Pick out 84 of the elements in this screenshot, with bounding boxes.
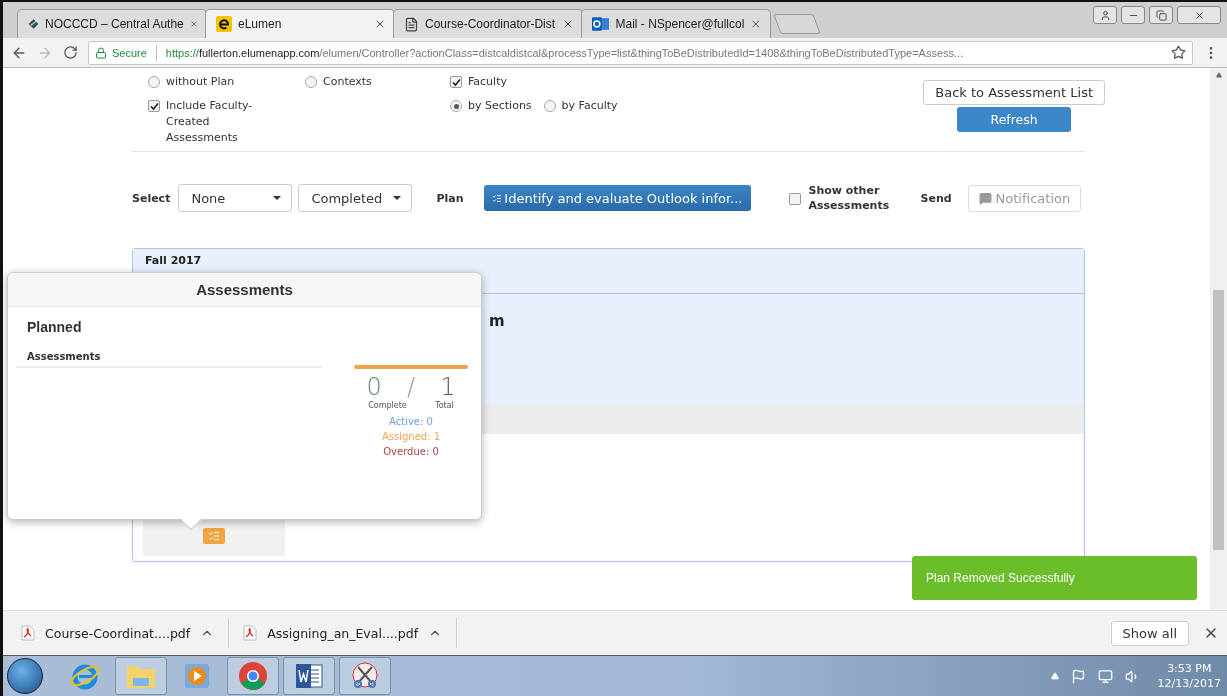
secure-label: Secure	[112, 46, 147, 59]
show-other-label: Show other Assessments	[808, 183, 891, 213]
scissors-icon[interactable]	[350, 661, 380, 691]
radio-button[interactable]	[148, 76, 160, 88]
new-tab-button[interactable]	[773, 14, 821, 34]
chrome-icon[interactable]	[238, 661, 268, 691]
close-icon[interactable]	[750, 18, 762, 30]
total-label: Total	[435, 401, 454, 410]
pdf-file-icon	[21, 625, 35, 641]
tab-title: eLumen	[238, 17, 283, 31]
list-icon[interactable]	[203, 528, 225, 544]
tab-title: Mail - NSpencer@fullcol	[615, 17, 745, 31]
user-icon	[1099, 9, 1111, 21]
page-icon	[404, 16, 419, 32]
refresh-button[interactable]: Refresh	[957, 107, 1072, 132]
tray-expand-icon[interactable]	[1050, 672, 1059, 680]
network-icon[interactable]	[1097, 668, 1113, 684]
dropdown[interactable]: None	[178, 184, 293, 212]
checkbox[interactable]	[148, 100, 160, 112]
success-toast: Plan Removed Successfully	[912, 556, 1197, 600]
restore-button[interactable]	[1149, 6, 1173, 24]
tab-title: NOCCCD – Central Authe	[45, 17, 184, 31]
close-icon[interactable]	[562, 18, 574, 30]
comment-icon	[978, 191, 992, 205]
reload-icon[interactable]	[63, 45, 78, 60]
option-label: Contexts	[323, 74, 372, 90]
close-icon	[1193, 9, 1205, 21]
status-count: Overdue: 0	[383, 445, 439, 459]
plan-label: Plan	[436, 191, 464, 205]
option-label: without Plan	[166, 74, 235, 90]
popover-title: Assessments	[8, 273, 481, 307]
tab-title: Course-Coordinator-Dist	[425, 17, 556, 31]
minimize-button[interactable]	[1121, 6, 1145, 24]
complete-count: 0	[366, 373, 382, 401]
complete-label: Complete	[368, 401, 407, 410]
flag-icon[interactable]	[1070, 668, 1086, 684]
user-button[interactable]	[1093, 6, 1117, 24]
address-field[interactable]: Secure https://fullerton.elumenapp.com/elumen/Controller?actionClass=distcaldistcal&processType=list&thingToBeDistributedId=1408&thingToBeDistributedType=Assess...	[88, 40, 1193, 65]
radio-button[interactable]	[305, 76, 317, 88]
option-label: by Sections	[468, 98, 532, 114]
option-label: Faculty	[468, 74, 507, 90]
option-label: Include Faculty-Created Assessments	[166, 98, 254, 146]
send-label: Send	[920, 191, 952, 205]
show-all-button[interactable]: Show all	[1110, 620, 1189, 646]
column-header: Assessments	[27, 351, 101, 362]
diamond-logo-icon	[28, 16, 39, 32]
term-label: Fall 2017	[145, 254, 202, 267]
play-icon[interactable]	[183, 662, 211, 690]
start-button[interactable]	[7, 658, 43, 694]
total-count: 1	[440, 373, 456, 401]
radio-button[interactable]	[543, 100, 556, 112]
scrollbar[interactable]	[1210, 68, 1227, 610]
browser-tab[interactable]: eLumen	[205, 9, 395, 38]
browser-tab[interactable]: Mail - NSpencer@fullcol	[581, 9, 771, 38]
checkbox[interactable]	[450, 76, 462, 88]
close-icon[interactable]	[374, 18, 386, 30]
section-heading: m	[489, 312, 505, 330]
separator: /	[406, 373, 416, 401]
status-count: Assigned: 1	[381, 430, 441, 444]
logo-icon	[216, 16, 232, 32]
download-file-name[interactable]: Assigning_an_Eval....pdf	[267, 625, 419, 641]
download-file-name[interactable]: Course-Coordinat....pdf	[45, 625, 191, 641]
scroll-up-icon[interactable]	[1215, 72, 1222, 78]
back-to-list-button[interactable]: Back to Assessment List	[923, 80, 1105, 105]
restore-icon	[1155, 9, 1167, 21]
checkbox[interactable]	[788, 193, 801, 205]
browser-tab[interactable]: NOCCCD – Central Authe	[17, 9, 207, 38]
clock[interactable]: 3:53 PM 12/13/2017	[1157, 661, 1221, 691]
status-count: Active: 0	[389, 415, 433, 429]
dropdown[interactable]: Completed	[298, 184, 413, 212]
document-w-icon[interactable]	[294, 661, 324, 691]
close-button[interactable]	[1177, 6, 1221, 24]
lock-icon	[95, 46, 107, 59]
radio-button[interactable]	[450, 100, 462, 112]
url-text: https://fullerton.elumenapp.com/elumen/Controller?actionClass=distcaldistcal&processType=list&thingToBeDistributedId=1408&thingToBeDistributedType=Assess...	[165, 46, 965, 59]
option-label: by Faculty	[561, 98, 618, 114]
browser-tab[interactable]: Course-Coordinator-Dist	[393, 9, 583, 38]
mail-icon	[592, 16, 610, 32]
planned-heading: Planned	[27, 319, 82, 335]
select-label: Select	[132, 191, 171, 205]
pdf-file-icon	[243, 625, 258, 641]
star-icon[interactable]	[1171, 45, 1186, 60]
plan-button[interactable]: Identify and evaluate Outlook infor...	[483, 185, 751, 211]
scrollbar-thumb[interactable]	[1213, 290, 1224, 550]
